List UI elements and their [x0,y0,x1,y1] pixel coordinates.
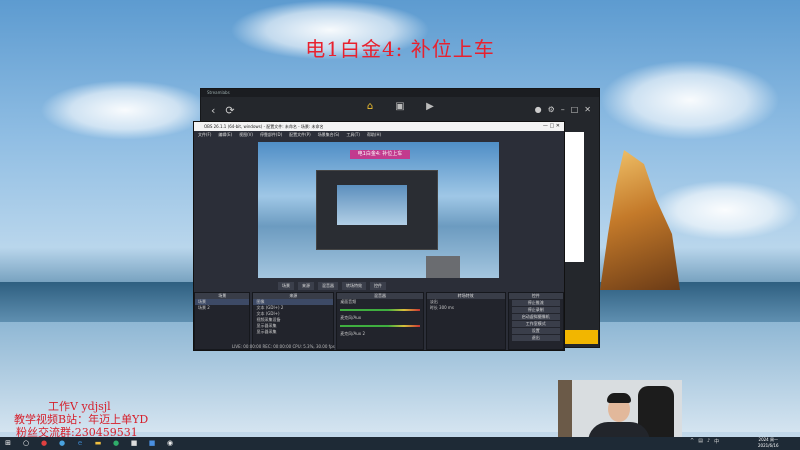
mixer-channel-label: 桌面音频 [340,299,357,304]
webcam-overlay [558,380,682,442]
studio-mode-button[interactable]: 工作室模式 [511,321,560,327]
obs-menubar: 文件(F) 编辑(E) 视图(V) 停靠部件(D) 配置文件(P) 场景集合(S… [194,131,564,138]
taskbar: ⊞ ○ ● ● e ▬ ● ■ ■ ◉ ^ ▤ ♪ 中 2024 周一 2021… [0,437,800,450]
close-icon[interactable]: ✕ [584,105,591,114]
exit-button[interactable]: 退出 [511,335,560,341]
browser-icon[interactable]: e [76,439,84,447]
obs-dock-tabs: 场景 来源 混音器 转场特效 控件 [194,282,648,290]
streamer-hair [607,393,631,403]
menu-file[interactable]: 文件(F) [198,131,211,138]
minimize-icon[interactable]: – [561,105,565,114]
dock-header: 控件 [508,293,563,299]
tab-mixer[interactable]: 混音器 [318,282,338,290]
audio-meter[interactable] [340,309,420,311]
menu-view[interactable]: 视图(V) [239,131,253,138]
cloud [650,180,800,240]
stream-overlay-title: 电1白金4: 补位上车 [305,37,495,61]
app-icon[interactable]: ■ [130,439,138,447]
source-item[interactable]: 显示器采集 [253,329,333,335]
folder-icon[interactable]: ▬ [94,439,102,447]
menu-edit[interactable]: 编辑(E) [218,131,232,138]
streaming-app-toolbar: ‹ ⟳ ⌂ ▣ ▶ ● ⚙ – □ ✕ [201,97,599,124]
menu-scene-collection[interactable]: 场景集合(S) [318,131,340,138]
system-tray: ^ ▤ ♪ 中 [690,438,719,445]
obs-window[interactable]: OBS 26.1.1 (64-bit, windows) - 配置文件: 未命名… [193,121,565,351]
input-method-icon[interactable]: 中 [714,438,719,445]
audio-meter[interactable] [340,325,420,327]
monitor-icon[interactable]: ▣ [391,101,409,112]
obs-icon[interactable]: ◉ [166,439,174,447]
cloud [40,80,210,140]
app-icon[interactable]: ● [58,439,66,447]
transition-duration[interactable]: 时长 300 ms [427,305,505,311]
scene-item[interactable]: 场景 2 [195,305,249,311]
preview-overlay-title: 电1白金4: 补位上车 [350,150,410,159]
mixer-channel-label: 麦克风/Aux 2 [340,331,365,336]
obs-title-text: OBS 26.1.1 (64-bit, windows) - 配置文件: 未命名… [204,124,324,129]
mixer-channel-label: 麦克风/Aux [340,315,362,320]
window-controls[interactable]: — □ ✕ [543,122,560,131]
app-icon[interactable]: ■ [148,439,156,447]
refresh-button[interactable]: ⟳ [225,104,234,117]
chevron-up-icon[interactable]: ^ [690,438,694,445]
tab-sources[interactable]: 来源 [298,282,314,290]
app-icon[interactable]: ● [112,439,120,447]
menu-tools[interactable]: 工具(T) [346,131,360,138]
obs-titlebar: OBS 26.1.1 (64-bit, windows) - 配置文件: 未命名… [194,122,564,131]
tab-controls[interactable]: 控件 [370,282,386,290]
settings-icon[interactable]: ⚙ [548,105,555,114]
taskbar-clock[interactable]: 2024 周一 2021/6/16 [758,437,779,449]
tab-transitions[interactable]: 转场特效 [342,282,366,290]
cloud [600,60,780,140]
nested-preview [337,185,407,225]
controls-dock: 控件 停止推流 停止录制 启动虚拟摄像机 工作室模式 设置 退出 [507,292,564,350]
streaming-app-titlebar: Streamlabs [201,89,599,97]
network-icon[interactable]: ▤ [698,438,703,445]
menu-help[interactable]: 帮助(H) [367,131,381,138]
side-panel [562,132,584,262]
windows-start-icon[interactable]: ⊞ [4,439,12,447]
record-icon[interactable]: ● [535,105,542,114]
transitions-dock: 转场特效 淡出 时长 300 ms [425,292,506,350]
tab-scenes[interactable]: 场景 [278,282,294,290]
menu-profile[interactable]: 配置文件(P) [289,131,311,138]
obs-status-bar: LIVE: 00:00:00 REC: 00:00:00 CPU: 5.3%, … [232,344,335,349]
stop-recording-button[interactable]: 停止录制 [511,307,560,313]
back-button[interactable]: ‹ [211,104,215,117]
preview-webcam [426,256,460,278]
volume-icon[interactable]: ♪ [707,438,710,445]
scenes-dock: 场景 场景 场景 2 [194,292,251,350]
obs-preview[interactable]: 电1白金4: 补位上车 [258,142,499,278]
sources-dock: 来源 图像 文本 (GDI+) 2 文本 (GDI+) 视频采集设备 显示器采集… [252,292,335,350]
stop-stream-button[interactable]: 停止推流 [511,300,560,306]
shelf [558,380,572,442]
settings-button[interactable]: 设置 [511,328,560,334]
virtual-camera-button[interactable]: 启动虚拟摄像机 [511,314,560,320]
maximize-icon[interactable]: □ [571,105,579,114]
mixer-dock: 混音器 桌面音频 麦克风/Aux 麦克风/Aux 2 [336,292,424,350]
search-icon[interactable]: ○ [22,439,30,447]
menu-docks[interactable]: 停靠部件(D) [260,131,282,138]
app-icon[interactable]: ● [40,439,48,447]
nested-window [316,170,438,250]
home-icon[interactable]: ⌂ [361,101,379,112]
clock-date: 2021/6/16 [758,443,779,448]
camera-icon[interactable]: ▶ [421,101,439,112]
window-tools: ● ⚙ – □ ✕ [535,105,591,114]
obs-docks: 场景 场景 场景 2 来源 图像 文本 (GDI+) 2 文本 (GDI+) 视… [194,292,564,350]
